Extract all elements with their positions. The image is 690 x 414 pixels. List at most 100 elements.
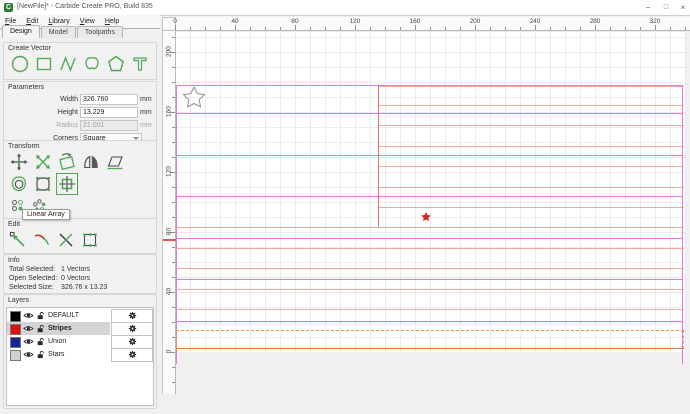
ruler-label: 320	[649, 18, 661, 25]
shear-tool[interactable]	[105, 152, 125, 172]
maximize-button[interactable]: □	[659, 2, 673, 13]
short-stripe-line[interactable]	[378, 145, 684, 147]
unlock-icon[interactable]	[35, 350, 46, 359]
short-stripe-line[interactable]	[378, 166, 684, 167]
curve-tool[interactable]	[82, 54, 102, 74]
ruler-tick	[385, 27, 386, 30]
offset-tool[interactable]	[9, 174, 29, 194]
radius-row: Radius mm	[4, 120, 156, 131]
layer-row-default[interactable]: DEFAULT	[7, 309, 153, 323]
short-stripe-line[interactable]	[378, 207, 684, 208]
unlock-icon[interactable]	[35, 337, 46, 346]
flag-left-edge[interactable]	[176, 85, 177, 364]
tab-toolpaths[interactable]: Toolpaths	[76, 26, 123, 38]
text-tool[interactable]	[130, 54, 150, 74]
layer-gear-button[interactable]	[111, 335, 153, 349]
radius-input	[80, 120, 138, 131]
magenta-stripe-line[interactable]	[176, 196, 682, 197]
ruler-label: 240	[529, 18, 541, 25]
info-label: Selected Size:	[9, 284, 54, 291]
short-stripe-line[interactable]	[378, 85, 684, 87]
mini-star-red[interactable]	[421, 212, 431, 222]
move-tool[interactable]	[9, 152, 29, 172]
tab-design[interactable]: Design	[2, 25, 40, 38]
align-tool[interactable]	[56, 173, 78, 195]
app-icon: C	[4, 3, 13, 12]
trim-tool[interactable]	[56, 230, 76, 250]
ruler-tick	[655, 25, 656, 30]
layer-gear-button[interactable]	[111, 322, 153, 336]
short-stripe-line[interactable]	[378, 125, 684, 126]
eye-icon[interactable]	[23, 311, 34, 320]
tab-bar: Design Model Toolpaths	[2, 23, 124, 38]
round-corner-tool[interactable]	[33, 174, 53, 194]
circle-tool[interactable]	[10, 54, 30, 74]
full-stripe-line[interactable]	[176, 227, 684, 228]
layer-gear-button[interactable]	[111, 309, 153, 323]
scale-tool[interactable]	[33, 152, 53, 172]
short-stripe-line[interactable]	[378, 186, 684, 188]
design-canvas[interactable]: 0 40 80 120 160 200 240 280 320 200 160 120 80 40 0	[160, 15, 690, 414]
edit-title: Edit	[8, 221, 21, 228]
info-value: 0 Vectors	[61, 275, 91, 282]
magenta-stripe-line[interactable]	[176, 113, 682, 114]
full-stripe-line[interactable]	[176, 268, 684, 269]
stock-area[interactable]	[176, 31, 686, 352]
magenta-stripe-line[interactable]	[176, 279, 682, 280]
rotate-tool[interactable]	[57, 152, 77, 172]
magenta-stripe-line[interactable]	[176, 237, 682, 239]
polyline-tool[interactable]	[58, 54, 78, 74]
layers-title: Layers	[8, 297, 30, 304]
minimize-button[interactable]: −	[641, 2, 655, 13]
layer-name: Stars	[48, 351, 65, 358]
ruler-tick	[535, 25, 536, 30]
radius-unit: mm	[140, 122, 152, 129]
layer-color-swatch[interactable]	[10, 337, 21, 348]
full-stripe-line[interactable]	[176, 247, 684, 249]
eye-icon[interactable]	[23, 324, 34, 333]
mirror-tool[interactable]	[81, 152, 101, 172]
layer-color-swatch[interactable]	[10, 311, 21, 322]
unlock-icon[interactable]	[35, 324, 46, 333]
rectangle-tool[interactable]	[34, 54, 54, 74]
short-stripe-line[interactable]	[378, 104, 684, 106]
ruler-tick	[610, 27, 611, 30]
left-panel: Create Vector Parameters Width mm Height…	[0, 28, 161, 414]
layer-row-union[interactable]: Union	[7, 335, 153, 349]
layer-color-swatch[interactable]	[10, 350, 21, 361]
eye-icon[interactable]	[23, 337, 34, 346]
eye-icon[interactable]	[23, 350, 34, 359]
ruler-selection-marker	[163, 239, 177, 241]
full-stripe-line[interactable]	[176, 309, 684, 310]
ruler-tick	[172, 217, 175, 218]
ruler-tick	[250, 27, 251, 30]
polygon-tool[interactable]	[106, 54, 126, 74]
close-button[interactable]: ×	[676, 2, 690, 13]
selection-box[interactable]	[176, 330, 684, 349]
ruler-tick	[520, 27, 521, 30]
width-input[interactable]	[80, 94, 138, 105]
ruler-tick	[172, 367, 175, 368]
layer-row-stars[interactable]: Stars	[7, 348, 153, 362]
info-value: 1 Vectors	[61, 266, 91, 273]
flag-star-outline[interactable]	[181, 85, 206, 110]
parameters-title: Parameters	[8, 84, 45, 91]
ruler-tick	[355, 25, 356, 30]
layer-color-swatch[interactable]	[10, 324, 21, 335]
tab-model[interactable]: Model	[40, 26, 76, 38]
curve-edit-tool[interactable]	[32, 230, 52, 250]
magenta-stripe-line[interactable]	[176, 154, 682, 156]
magenta-stripe-line[interactable]	[176, 320, 682, 322]
layer-row-stripes[interactable]: Stripes	[7, 322, 153, 336]
flag-right-edge[interactable]	[682, 85, 683, 364]
select-tool[interactable]	[8, 230, 28, 250]
height-input[interactable]	[80, 107, 138, 118]
ruler-tick	[595, 25, 596, 30]
node-edit-tool[interactable]	[80, 230, 100, 250]
union-right-edge[interactable]	[378, 85, 379, 227]
layer-gear-button[interactable]	[111, 348, 153, 362]
ruler-tick	[325, 27, 326, 30]
edit-group: Edit	[3, 218, 157, 254]
full-stripe-line[interactable]	[176, 288, 684, 290]
unlock-icon[interactable]	[35, 311, 46, 320]
